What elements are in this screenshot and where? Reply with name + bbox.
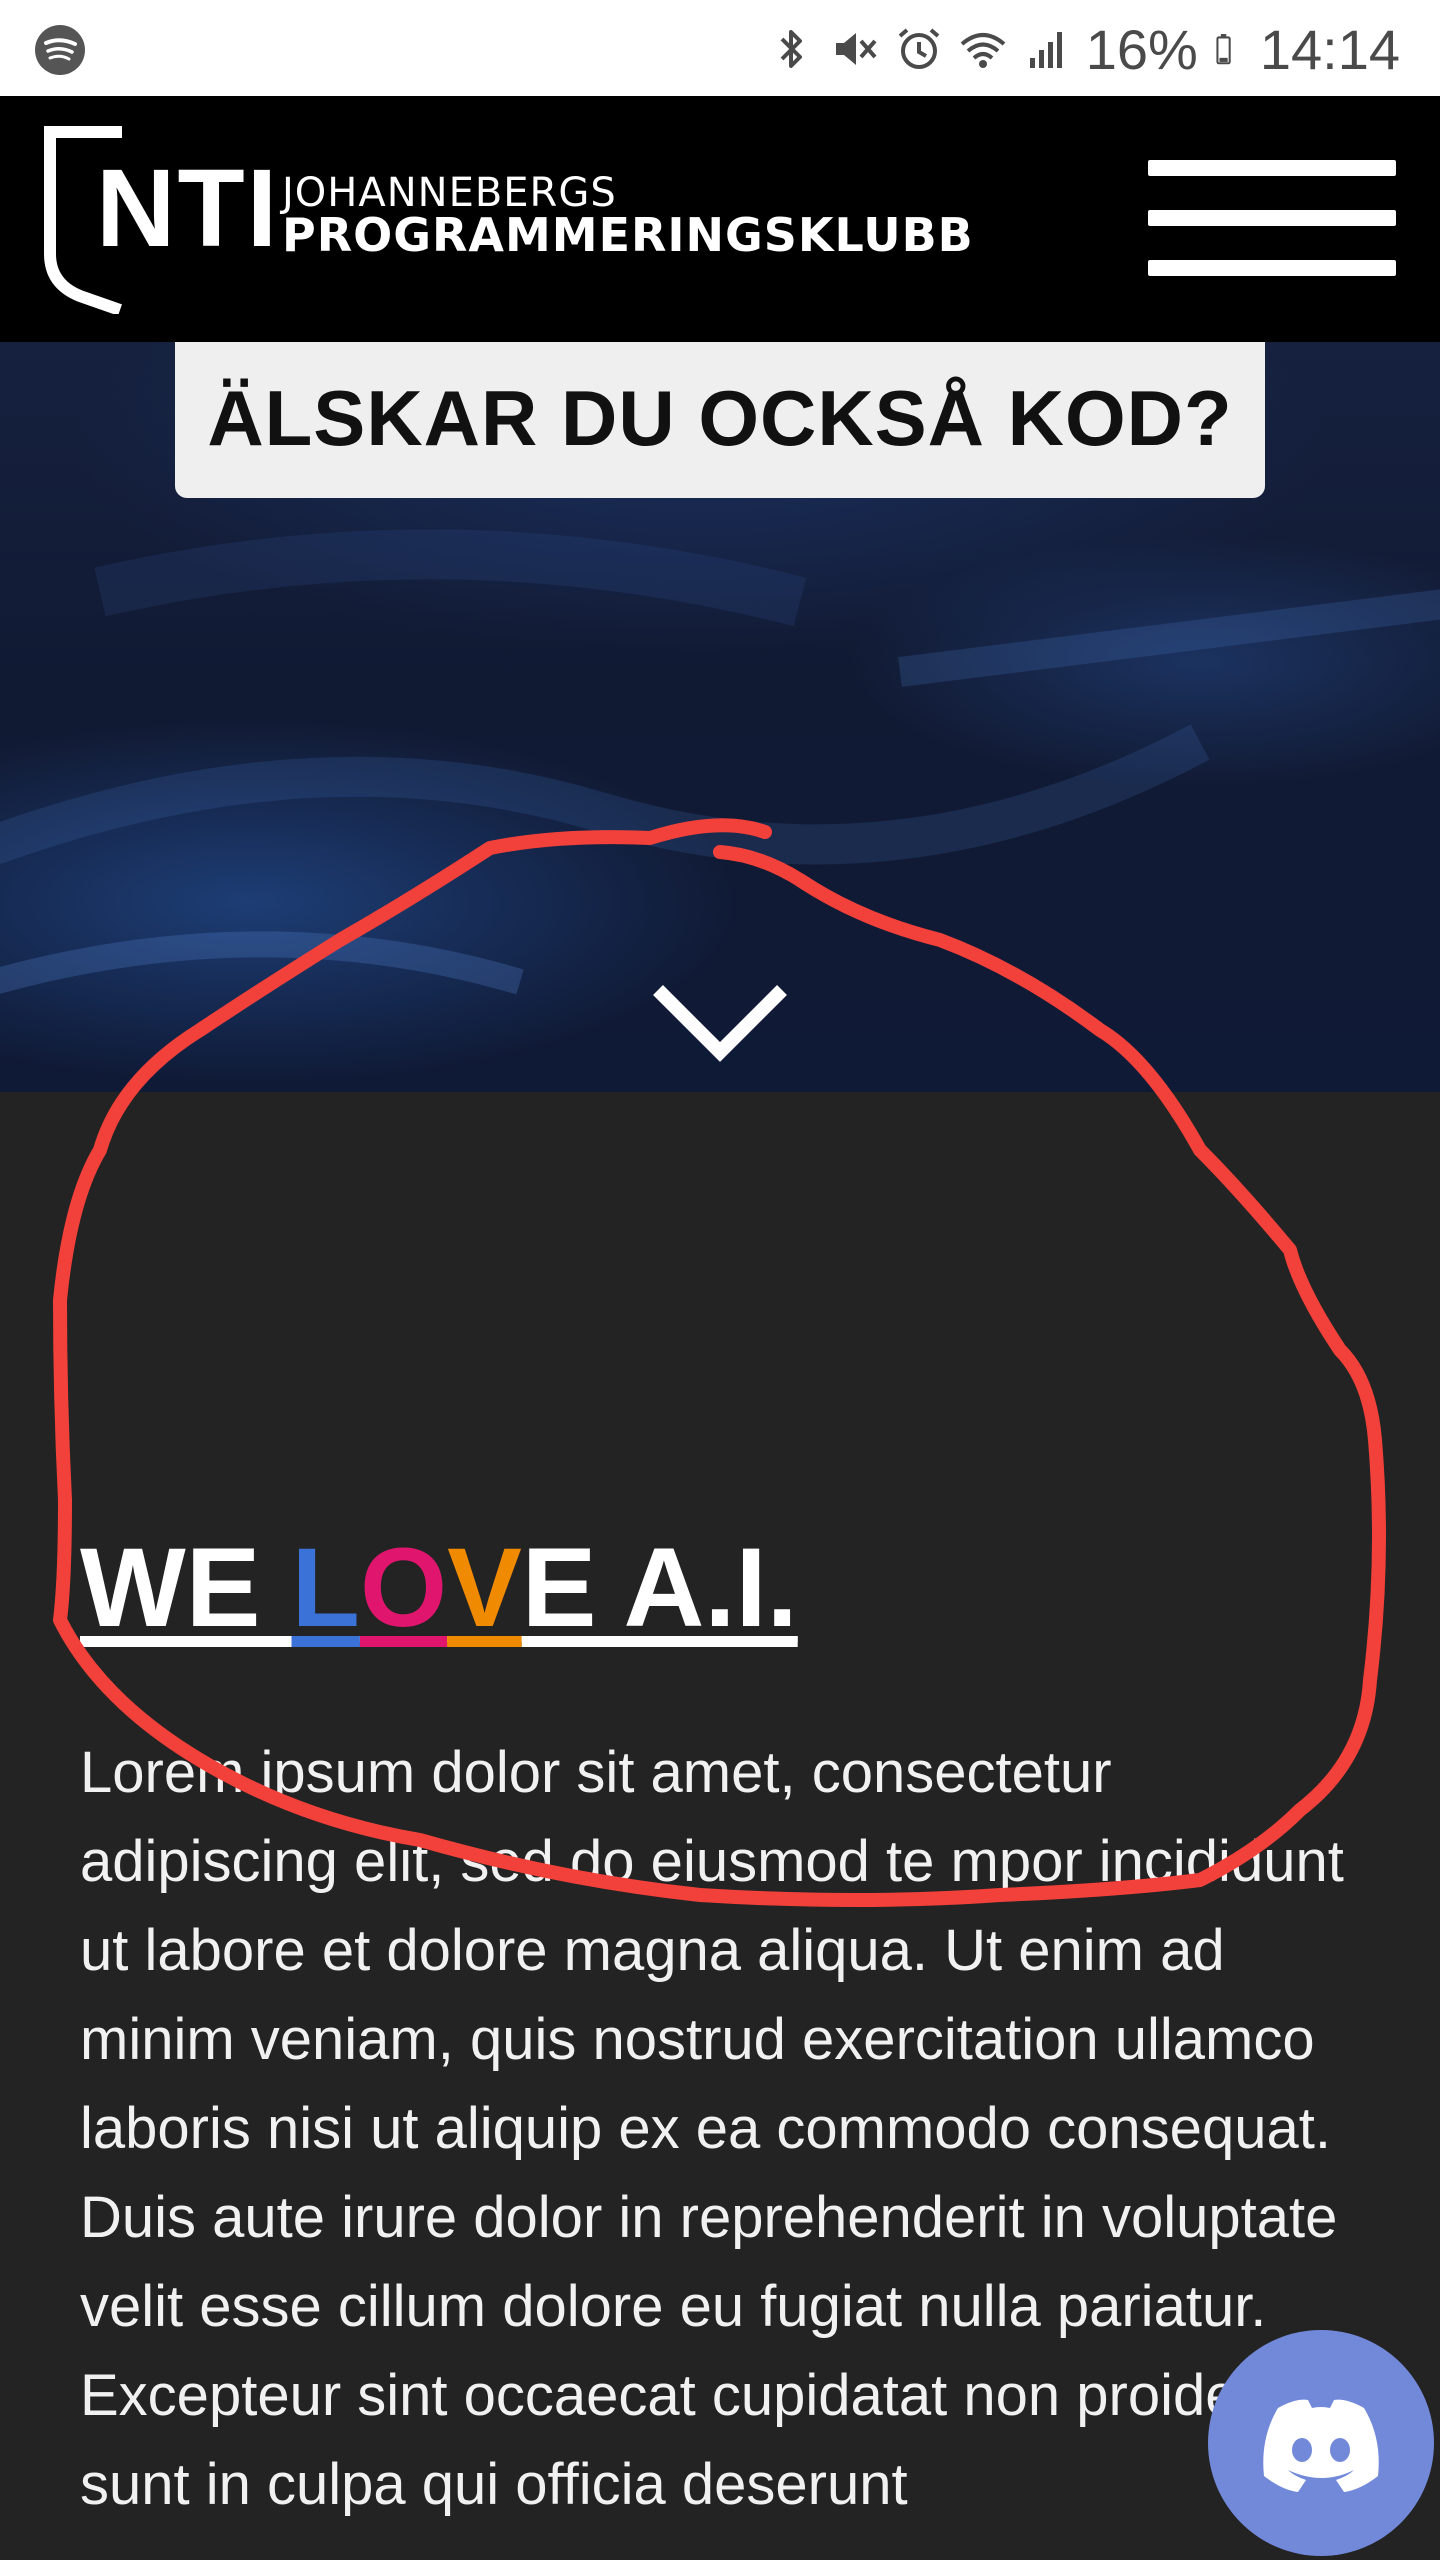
clock: 14:14 — [1259, 17, 1400, 81]
hero-section: ÄLSKAR DU OCKSÅ KOD? — [0, 342, 1440, 1092]
heading-letter-o: O — [359, 1525, 448, 1650]
battery-percentage: 16% — [1085, 17, 1198, 81]
discord-icon — [1263, 2399, 1379, 2492]
hamburger-menu-icon[interactable] — [1148, 160, 1396, 276]
battery-icon — [1216, 34, 1231, 65]
heading-letter-l: L — [291, 1525, 360, 1650]
bluetooth-icon — [780, 30, 802, 68]
status-bar: 16% 14:14 — [0, 0, 1440, 96]
heading-part: E A.I. — [521, 1525, 798, 1650]
mute-icon — [835, 33, 877, 65]
status-icons: 16% 14:14 — [766, 14, 1400, 84]
heading-letter-v: V — [447, 1525, 522, 1650]
cta-button-label: ÄLSKAR DU OCKSÅ KOD? — [207, 373, 1233, 462]
menu-bar — [1148, 260, 1396, 276]
content-section: WE LOVE A.I. Lorem ipsum dolor sit amet,… — [0, 1092, 1440, 2560]
section-heading[interactable]: WE LOVE A.I. — [80, 1532, 798, 1644]
logo-title[interactable]: PROGRAMMERINGSKLUBB — [282, 208, 974, 262]
menu-bar — [1148, 210, 1396, 226]
navbar: NTI JOHANNEBERGS PROGRAMMERINGSKLUBB — [0, 96, 1440, 342]
spotify-icon — [35, 25, 85, 75]
alarm-icon — [898, 28, 940, 69]
chevron-down-icon[interactable] — [652, 982, 788, 1062]
wifi-icon — [960, 33, 1006, 68]
heading-part: WE — [80, 1525, 292, 1650]
signal-icon — [1029, 32, 1062, 68]
menu-bar — [1148, 160, 1396, 176]
cta-button[interactable]: ÄLSKAR DU OCKSÅ KOD? — [175, 342, 1265, 498]
discord-button[interactable] — [1208, 2330, 1434, 2556]
section-body: Lorem ipsum dolor sit amet, consectetur … — [80, 1740, 1344, 2517]
logo-nti[interactable]: NTI — [96, 154, 279, 264]
